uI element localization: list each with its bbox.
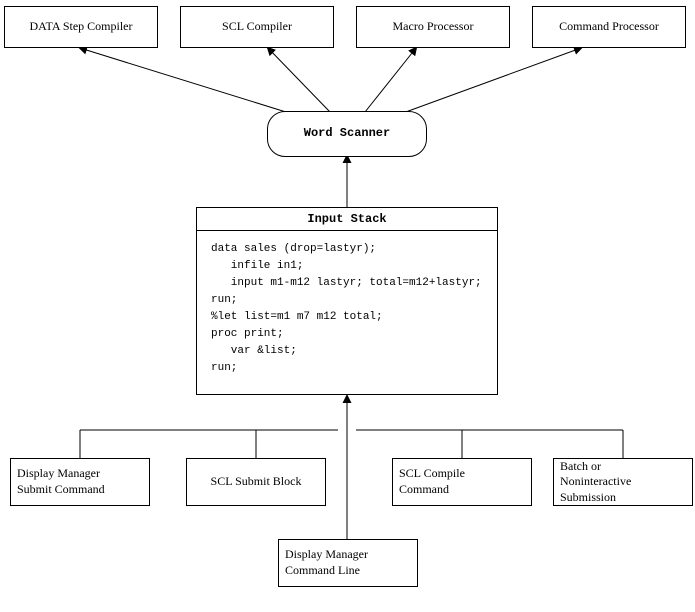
box-input-stack: Input Stack data sales (drop=lastyr); in… [196, 207, 498, 395]
input-stack-title: Input Stack [197, 208, 497, 231]
box-batch-noninteractive: Batch or Noninteractive Submission [553, 458, 693, 506]
box-data-step-compiler: DATA Step Compiler [4, 6, 158, 48]
box-scl-compiler: SCL Compiler [180, 6, 334, 48]
box-word-scanner: Word Scanner [267, 111, 427, 157]
input-stack-code: data sales (drop=lastyr); infile in1; in… [211, 241, 483, 377]
box-display-manager-submit: Display Manager Submit Command [10, 458, 150, 506]
box-macro-processor: Macro Processor [356, 6, 510, 48]
box-command-processor: Command Processor [532, 6, 686, 48]
box-scl-compile-command: SCL Compile Command [392, 458, 532, 506]
box-display-manager-command-line: Display Manager Command Line [278, 539, 418, 587]
box-scl-submit-block: SCL Submit Block [186, 458, 326, 506]
